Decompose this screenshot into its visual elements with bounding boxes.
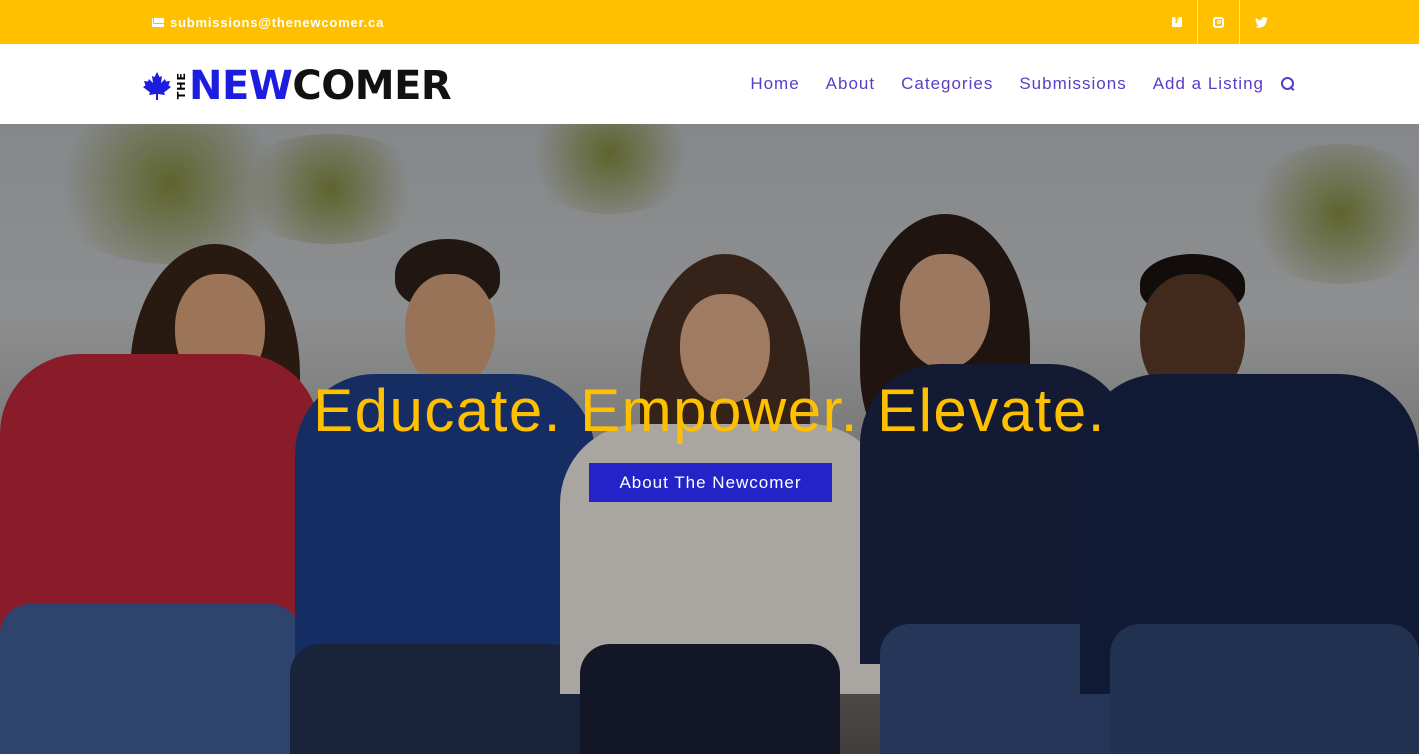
about-the-newcomer-button[interactable]: About The Newcomer — [589, 463, 832, 502]
instagram-icon — [1213, 16, 1224, 28]
site-header: THE NEW COMER Home About Categories Subm… — [0, 44, 1419, 124]
instagram-link[interactable] — [1198, 0, 1240, 44]
nav-submissions[interactable]: Submissions — [1019, 74, 1126, 94]
top-bar: submissions@thenewcomer.ca — [0, 0, 1419, 44]
nav-about[interactable]: About — [826, 74, 875, 94]
twitter-icon — [1254, 16, 1268, 28]
nav-add-listing[interactable]: Add a Listing — [1153, 74, 1264, 94]
logo-the: THE — [175, 72, 188, 100]
logo-new: NEW — [189, 63, 293, 109]
email-text: submissions@thenewcomer.ca — [170, 14, 385, 30]
twitter-link[interactable] — [1240, 0, 1282, 44]
email-link[interactable]: submissions@thenewcomer.ca — [152, 0, 384, 44]
site-logo[interactable]: THE NEW COMER — [141, 63, 452, 109]
nav-home[interactable]: Home — [750, 74, 799, 94]
search-icon[interactable] — [1281, 77, 1295, 91]
nav-categories[interactable]: Categories — [901, 74, 993, 94]
maple-leaf-icon — [143, 72, 171, 100]
hero-banner: Educate. Empower. Elevate. About The New… — [0, 124, 1419, 754]
hero-headline: Educate. Empower. Elevate. — [313, 377, 1106, 444]
facebook-icon — [1171, 15, 1182, 27]
main-nav: Home About Categories Submissions Add a … — [724, 44, 1295, 124]
facebook-link[interactable] — [1156, 0, 1198, 44]
envelope-icon — [152, 17, 164, 27]
social-links — [1156, 0, 1282, 44]
logo-comer: COMER — [292, 63, 452, 109]
